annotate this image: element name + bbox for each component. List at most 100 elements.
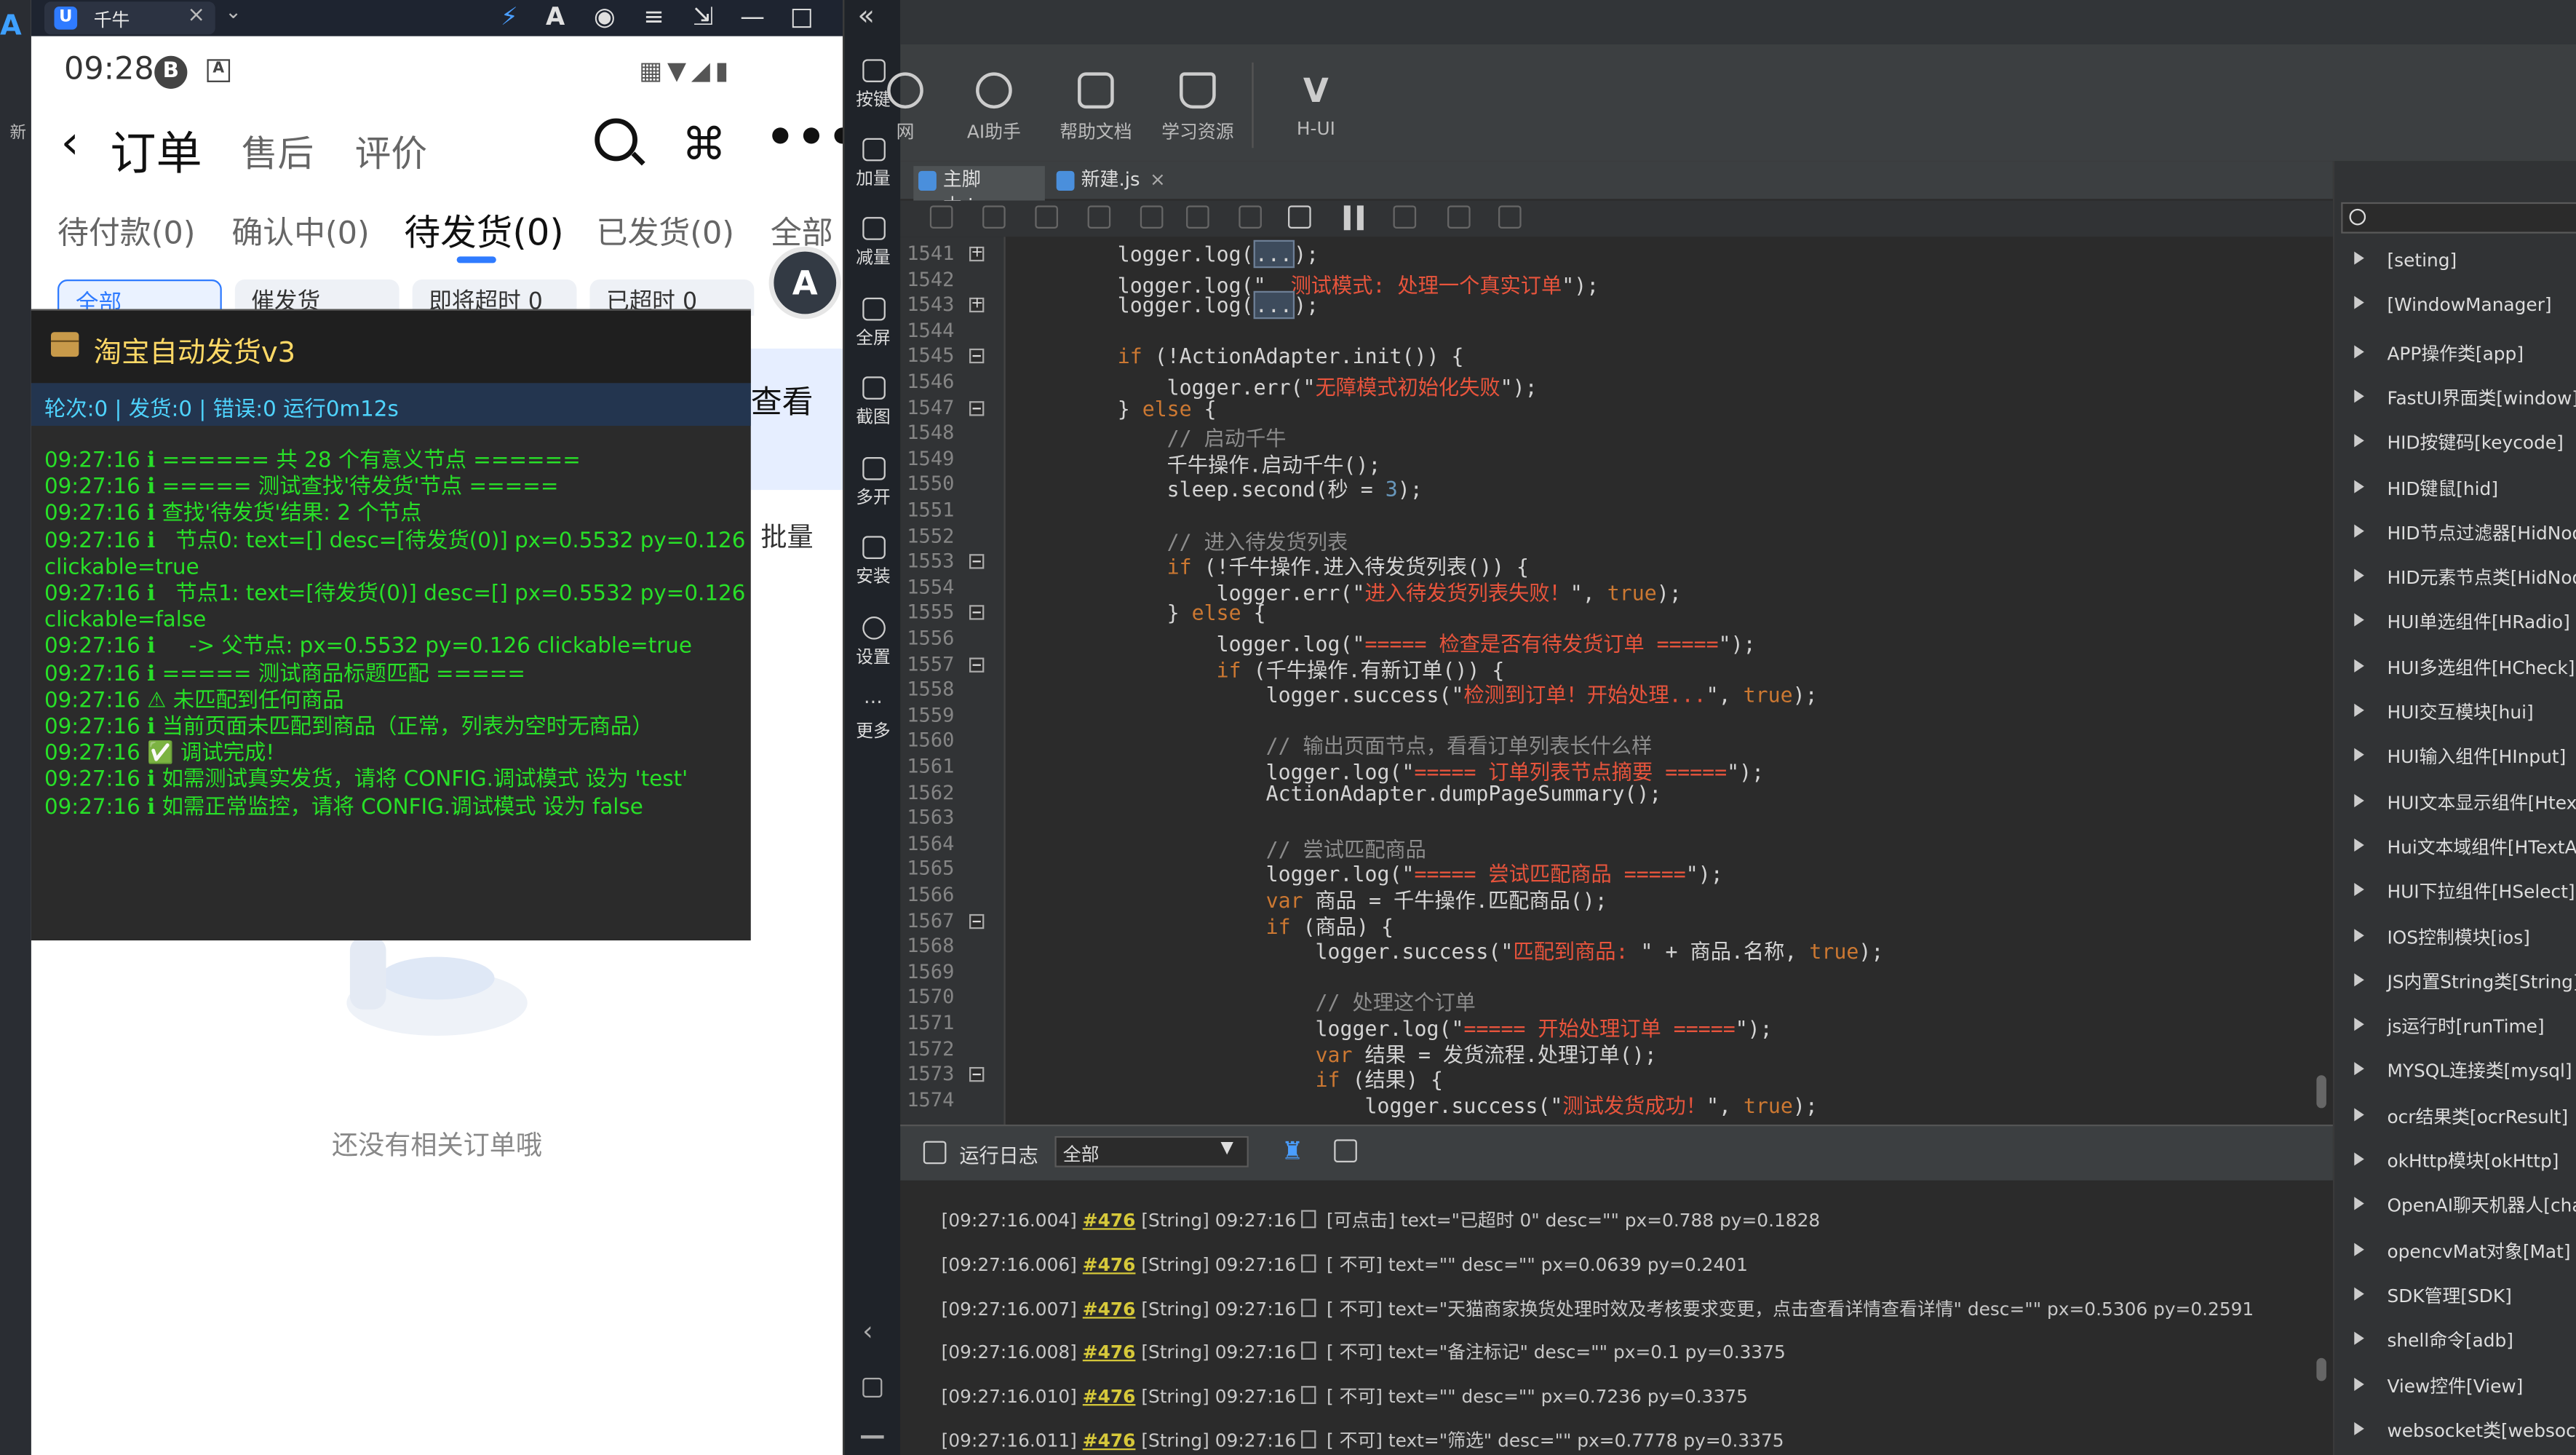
- api-tree-item[interactable]: APP操作类[app]: [2354, 340, 2524, 366]
- install-button[interactable]: 安装: [844, 536, 902, 588]
- expand-arrow-icon[interactable]: [2354, 1152, 2364, 1166]
- chevron-down-icon[interactable]: ▼: [1220, 1139, 1233, 1157]
- lock-icon[interactable]: [1393, 205, 1417, 229]
- volume-down-button[interactable]: 减量: [844, 217, 902, 269]
- expand-arrow-icon[interactable]: [2354, 1063, 2364, 1077]
- api-tree-item[interactable]: js运行时[runTime]: [2354, 1013, 2545, 1039]
- back-nav-icon[interactable]: ‹: [862, 1315, 872, 1347]
- api-tree-item[interactable]: FastUI界面类[window]: [2354, 384, 2576, 411]
- fold-collapse-icon[interactable]: [969, 657, 985, 672]
- api-tree-item[interactable]: HUI下拉组件[HSelect]: [2354, 879, 2575, 905]
- stop-icon[interactable]: [1288, 205, 1311, 229]
- tool-help-docs[interactable]: 帮助文档: [1041, 72, 1150, 144]
- log-copy-icon[interactable]: [1301, 1210, 1316, 1229]
- log-copy-icon[interactable]: [1301, 1254, 1316, 1272]
- close-icon[interactable]: ×: [1150, 167, 1166, 191]
- api-tree-item[interactable]: shell命令[adb]: [2354, 1327, 2513, 1353]
- trash-icon[interactable]: [1498, 205, 1522, 229]
- expand-arrow-icon[interactable]: [2354, 524, 2364, 538]
- close-icon[interactable]: ×: [187, 4, 205, 28]
- api-tree-item[interactable]: [seting]: [2354, 250, 2457, 271]
- api-tree-item[interactable]: HID节点过滤器[HidNode]: [2354, 519, 2576, 545]
- expand-arrow-icon[interactable]: [2354, 568, 2364, 582]
- editor-scrollbar[interactable]: [2316, 1075, 2326, 1109]
- tab-after-sales[interactable]: 售后: [242, 125, 314, 178]
- expand-arrow-icon[interactable]: [2354, 1018, 2364, 1031]
- log-copy-icon[interactable]: [1301, 1386, 1316, 1405]
- api-tree-item[interactable]: OpenAI聊天机器人[chat]: [2354, 1192, 2576, 1218]
- maximize-icon[interactable]: □: [784, 1, 820, 31]
- settings-button[interactable]: 设置: [844, 617, 902, 669]
- tool-learning[interactable]: 学习资源: [1143, 72, 1252, 144]
- api-tree-item[interactable]: HUI输入组件[HInput]: [2354, 744, 2566, 770]
- expand-arrow-icon[interactable]: [2354, 972, 2364, 986]
- expand-arrow-icon[interactable]: [2354, 883, 2364, 897]
- overlay-titlebar[interactable]: 淘宝自动发货v3: [31, 310, 751, 384]
- expand-arrow-icon[interactable]: [2354, 1287, 2364, 1301]
- chevron-down-icon[interactable]: ⌄: [225, 0, 242, 23]
- tool-hui[interactable]: V H-UI: [1262, 72, 1370, 140]
- fold-collapse-icon[interactable]: [969, 349, 985, 365]
- tab-main-script[interactable]: 主脚本.js×: [913, 166, 1045, 217]
- api-tree-item[interactable]: HID键鼠[hid]: [2354, 475, 2498, 501]
- expand-arrow-icon[interactable]: [2354, 1197, 2364, 1211]
- tab-new-script[interactable]: 新建.js ×: [1052, 166, 1166, 200]
- expand-arrow-icon[interactable]: [2354, 1107, 2364, 1121]
- api-tree-item[interactable]: opencvMat对象[Mat]: [2354, 1237, 2571, 1264]
- expand-arrow-icon[interactable]: [2354, 793, 2364, 807]
- tab-shipped[interactable]: 已发货(0): [597, 209, 734, 253]
- menu-icon[interactable]: ≡: [636, 1, 672, 31]
- menu-nav-icon[interactable]: [861, 1435, 884, 1439]
- tab-confirming[interactable]: 确认中(0): [231, 209, 369, 253]
- tab-pending-payment[interactable]: 待付款(0): [57, 209, 195, 253]
- expand-arrow-icon[interactable]: [2354, 296, 2364, 310]
- api-tree-item[interactable]: HUI交互模块[hui]: [2354, 699, 2534, 725]
- align-icon[interactable]: [1140, 205, 1164, 229]
- api-tree-item[interactable]: okHttp模块[okHttp]: [2354, 1148, 2559, 1174]
- api-tree-item[interactable]: [WindowManager]: [2354, 295, 2552, 316]
- api-tree-item[interactable]: MYSQL连接类[mysql]: [2354, 1058, 2572, 1084]
- resize-icon[interactable]: ⇲: [685, 1, 721, 31]
- fold-expand-icon[interactable]: [969, 298, 985, 313]
- volume-up-button[interactable]: 加量: [844, 138, 902, 191]
- expand-arrow-icon[interactable]: [2354, 251, 2364, 265]
- export-log-icon[interactable]: [1334, 1139, 1357, 1162]
- expand-arrow-icon[interactable]: [2354, 1376, 2364, 1390]
- minimize-icon[interactable]: —: [734, 1, 771, 31]
- log-filter-select[interactable]: 全部: [1054, 1135, 1249, 1167]
- api-tree-item[interactable]: SDK管理[SDK]: [2354, 1282, 2512, 1309]
- api-tree-item[interactable]: HUI单选组件[HRadio]: [2354, 609, 2570, 635]
- fold-collapse-icon[interactable]: [969, 554, 985, 569]
- format-icon[interactable]: [982, 205, 1006, 229]
- expand-arrow-icon[interactable]: [2354, 838, 2364, 852]
- api-tree-item[interactable]: websocket类[websocket]: [2354, 1417, 2576, 1443]
- fold-collapse-icon[interactable]: [969, 1067, 985, 1082]
- log-source-link[interactable]: #476: [1083, 1430, 1136, 1451]
- expand-arrow-icon[interactable]: [2354, 748, 2364, 762]
- api-tree-item[interactable]: ocr结果类[ocrResult]: [2354, 1103, 2568, 1129]
- tab-awaiting-shipment[interactable]: 待发货(0): [404, 204, 563, 256]
- fold-expand-icon[interactable]: [969, 246, 985, 262]
- expand-arrow-icon[interactable]: [2354, 614, 2364, 627]
- user-icon[interactable]: ◉: [587, 1, 623, 31]
- expand-arrow-icon[interactable]: [2354, 703, 2364, 717]
- screenshot-button[interactable]: 截图: [844, 376, 902, 429]
- expand-arrow-icon[interactable]: [2354, 928, 2364, 942]
- tab-reviews[interactable]: 评价: [355, 125, 427, 178]
- home-nav-icon[interactable]: [862, 1377, 883, 1397]
- expand-arrow-icon[interactable]: [2354, 1332, 2364, 1346]
- floating-assistant-icon[interactable]: A: [768, 246, 841, 320]
- fullscreen-button[interactable]: 全屏: [844, 297, 902, 350]
- tool-ai-assistant[interactable]: AI助手: [939, 72, 1048, 144]
- api-search-input[interactable]: [2341, 202, 2576, 234]
- api-tree-item[interactable]: View控件[View]: [2354, 1372, 2523, 1398]
- grid-icon[interactable]: ⌘: [682, 120, 726, 171]
- log-scrollbar[interactable]: [2316, 1357, 2326, 1381]
- expand-arrow-icon[interactable]: [2354, 479, 2364, 493]
- more-button[interactable]: ··· 更多: [844, 692, 902, 743]
- ai-icon[interactable]: A: [537, 1, 573, 31]
- more-icon[interactable]: •••: [766, 110, 843, 164]
- log-source-link[interactable]: #476: [1083, 1342, 1136, 1363]
- app-tab[interactable]: U 千牛 ×: [44, 1, 215, 35]
- log-copy-icon[interactable]: [1301, 1430, 1316, 1449]
